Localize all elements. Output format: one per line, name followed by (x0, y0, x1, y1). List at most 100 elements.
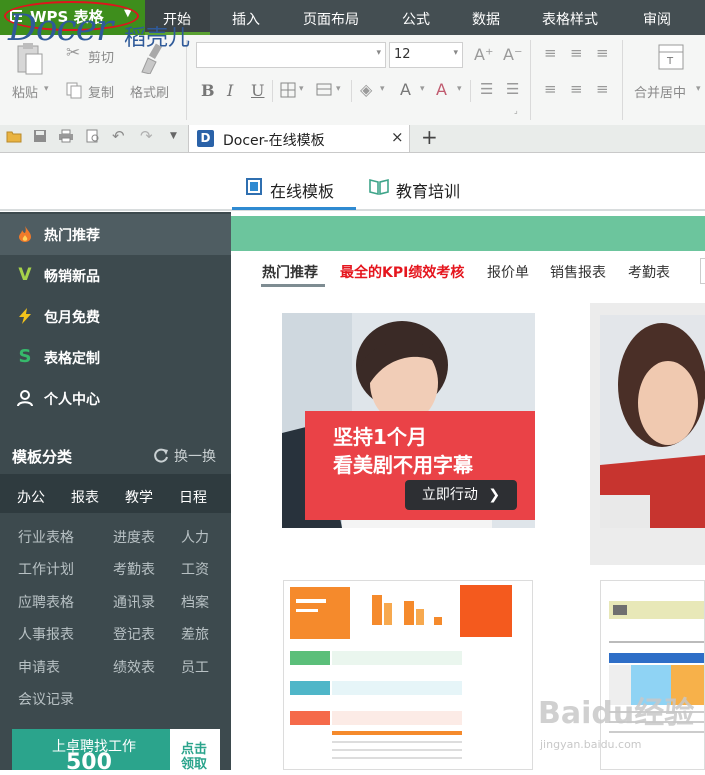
quick-access-dropdown-icon[interactable]: ▼ (170, 131, 177, 141)
font-size-select[interactable]: 12 ▾ (389, 42, 463, 68)
category-link[interactable]: 考勤表 (113, 559, 155, 579)
indent-decrease-icon[interactable]: ☰ (480, 80, 493, 98)
chevron-down-icon[interactable]: ▾ (380, 84, 385, 94)
font-name-select[interactable]: ▾ (196, 42, 386, 68)
search-box-edge[interactable] (700, 258, 705, 284)
cut-button[interactable]: 剪切 (88, 47, 114, 66)
nav-education[interactable]: 教育培训 (396, 178, 460, 202)
chevron-down-icon[interactable]: ▾ (376, 48, 381, 58)
sidebar-item-custom[interactable]: S 表格定制 (0, 337, 231, 378)
hot-tab-kpi[interactable]: 最全的KPI绩效考核 (340, 262, 464, 282)
menu-insert[interactable]: 插入 (232, 9, 260, 29)
cell-style-icon[interactable] (316, 82, 334, 98)
align-right-icon[interactable]: ≡ (596, 80, 609, 98)
menu-data[interactable]: 数据 (472, 9, 500, 29)
chevron-down-icon[interactable]: ▾ (696, 84, 701, 94)
bold-button[interactable]: B (201, 81, 215, 100)
sidebar-item-monthly[interactable]: 包月免费 (0, 296, 231, 337)
docer-logo[interactable]: Docer (8, 8, 113, 49)
font-size-value: 12 (394, 47, 411, 62)
baidu-watermark-url: jingyan.baidu.com (540, 738, 642, 751)
align-bottom-icon[interactable]: ≡ (596, 44, 609, 62)
chevron-down-icon[interactable]: ▾ (44, 84, 49, 94)
clear-format-icon[interactable]: A (436, 80, 447, 99)
merge-center-button[interactable]: 合并居中 (634, 82, 686, 101)
category-link[interactable]: 员工 (181, 657, 209, 677)
menu-formula[interactable]: 公式 (402, 9, 430, 29)
menu-page-layout[interactable]: 页面布局 (303, 9, 359, 29)
category-link[interactable]: 差旅 (181, 624, 209, 644)
hot-tab-attendance[interactable]: 考勤表 (628, 262, 670, 282)
hot-tab-quote[interactable]: 报价单 (487, 262, 529, 282)
sidebar-item-hot[interactable]: 热门推荐 (0, 214, 231, 255)
border-icon[interactable] (280, 82, 296, 98)
tab-docer[interactable]: D Docer-在线模板 × (188, 125, 410, 152)
dialog-launcher-icon[interactable]: ⌟ (514, 106, 518, 115)
underline-button[interactable]: U (251, 81, 264, 100)
print-preview-icon[interactable] (86, 129, 100, 143)
category-link[interactable]: 登记表 (113, 624, 155, 644)
chevron-down-icon[interactable]: ▾ (420, 84, 425, 94)
menu-table-style[interactable]: 表格样式 (542, 9, 598, 29)
sidebar-item-label: 个人中心 (44, 392, 100, 408)
shrink-font-button[interactable]: A⁻ (503, 45, 522, 64)
paste-button[interactable]: 粘贴 (12, 82, 38, 101)
sidebar-item-label: 热门推荐 (44, 228, 100, 244)
align-center-icon[interactable]: ≡ (570, 80, 583, 98)
chevron-down-icon[interactable]: ▾ (457, 84, 462, 94)
refresh-icon[interactable] (152, 446, 170, 464)
close-icon[interactable]: × (391, 128, 404, 146)
sidebar-item-label: 表格定制 (44, 351, 100, 367)
promo-action-button[interactable]: 立即行动 ❯ (405, 480, 517, 510)
recruit-btn-line2: 领取 (181, 757, 208, 772)
add-tab-icon[interactable]: + (421, 125, 438, 149)
category-link[interactable]: 工作计划 (18, 559, 74, 579)
category-link[interactable]: 会议记录 (18, 689, 74, 709)
indent-increase-icon[interactable]: ☰ (506, 80, 519, 98)
italic-button[interactable]: I (227, 81, 233, 100)
category-link[interactable]: 绩效表 (113, 657, 155, 677)
user-icon (16, 389, 34, 407)
category-link[interactable]: 通讯录 (113, 592, 155, 612)
undo-icon[interactable]: ↶ (112, 127, 125, 145)
category-link[interactable]: 应聘表格 (18, 592, 74, 612)
merge-cells-icon[interactable]: T (658, 44, 684, 70)
category-link[interactable]: 行业表格 (18, 527, 74, 547)
align-top-icon[interactable]: ≡ (544, 44, 557, 62)
print-icon[interactable] (58, 129, 74, 143)
copy-icon[interactable] (66, 82, 82, 99)
chevron-down-icon[interactable]: ▾ (336, 84, 341, 94)
category-link[interactable]: 工资 (181, 559, 209, 579)
category-link[interactable]: 申请表 (18, 657, 60, 677)
align-left-icon[interactable]: ≡ (544, 80, 557, 98)
top-banner-strip[interactable] (231, 216, 705, 251)
category-tab-teaching[interactable]: 教学 (125, 487, 153, 507)
chevron-down-icon[interactable]: ▾ (453, 48, 458, 58)
category-link[interactable]: 人事报表 (18, 624, 74, 644)
chevron-down-icon[interactable]: ▾ (299, 84, 304, 94)
category-link[interactable]: 进度表 (113, 527, 155, 547)
template-card-3[interactable] (283, 580, 533, 770)
grow-font-button[interactable]: A⁺ (474, 45, 493, 64)
sidebar-item-new[interactable]: V 畅销新品 (0, 255, 231, 296)
category-tab-schedule[interactable]: 日程 (179, 487, 207, 507)
save-icon[interactable] (33, 129, 47, 143)
font-color-icon[interactable]: A (400, 80, 411, 99)
open-folder-icon[interactable] (6, 129, 22, 143)
docer-tab-icon: D (197, 130, 214, 147)
copy-button[interactable]: 复制 (88, 82, 114, 101)
category-tab-report[interactable]: 报表 (71, 487, 99, 507)
align-middle-icon[interactable]: ≡ (570, 44, 583, 62)
sidebar-item-profile[interactable]: 个人中心 (0, 378, 231, 419)
nav-online-templates[interactable]: 在线模板 (270, 178, 334, 202)
format-painter-button[interactable]: 格式刷 (130, 82, 169, 101)
hot-tab-sales[interactable]: 销售报表 (550, 262, 606, 282)
hot-tab-recommend[interactable]: 热门推荐 (262, 262, 318, 282)
category-link[interactable]: 人力 (181, 527, 209, 547)
category-tab-office[interactable]: 办公 (17, 487, 45, 507)
menu-review[interactable]: 审阅 (643, 9, 671, 29)
swap-button[interactable]: 换一换 (174, 446, 216, 466)
fill-color-icon[interactable]: ◈ (360, 80, 372, 99)
category-link[interactable]: 档案 (181, 592, 209, 612)
redo-icon[interactable]: ↷ (140, 127, 153, 145)
